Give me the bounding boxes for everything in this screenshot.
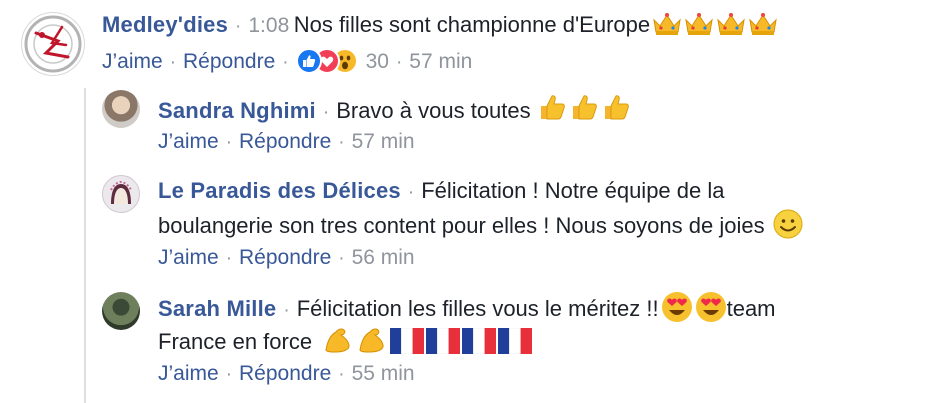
flag-france-icon <box>426 328 460 354</box>
comment-time[interactable]: 56 min <box>352 246 415 269</box>
comment-text-continued: boulangerie son tres content pour elles … <box>158 213 765 238</box>
comment-text-after-emoji: team <box>726 296 776 321</box>
crown-emojis <box>650 19 778 36</box>
crown-icon <box>748 12 778 36</box>
page-logo-icon <box>24 15 82 73</box>
reaction-count[interactable]: 30 <box>366 50 389 73</box>
comment-author[interactable]: Sandra Nghimi <box>158 98 316 123</box>
like-link[interactable]: J’aime <box>158 246 219 269</box>
avatar[interactable] <box>102 90 140 128</box>
comment-time[interactable]: 55 min <box>352 362 415 385</box>
flag-france-icon <box>498 328 532 354</box>
thumbs-up-emojis <box>535 105 631 122</box>
like-reaction-icon <box>295 48 322 74</box>
thumbs-up-icon <box>601 92 631 122</box>
comment-text: Félicitation les filles vous le méritez … <box>296 296 659 321</box>
reply-thread-line <box>84 88 86 403</box>
like-link[interactable]: J’aime <box>158 130 219 153</box>
comment-text: Bravo à vous toutes <box>336 98 531 123</box>
separator-dot: · <box>235 16 242 37</box>
reactions-summary[interactable] <box>295 48 362 74</box>
flag-france-icon <box>462 328 496 354</box>
reaction-emojis <box>320 336 532 353</box>
comment-time[interactable]: 57 min <box>352 130 415 153</box>
comment-time[interactable]: 57 min <box>409 50 472 73</box>
reply-link[interactable]: Répondre <box>239 246 331 269</box>
reply-link[interactable]: Répondre <box>183 50 275 73</box>
bakery-logo-icon <box>110 180 132 204</box>
flexed-biceps-icon <box>356 324 388 356</box>
comment-text: Nos filles sont championne d'Europe <box>293 12 651 37</box>
thumbs-up-icon <box>569 92 599 122</box>
like-link[interactable]: J’aime <box>102 50 163 73</box>
comment-text: Félicitation ! Notre équipe de la <box>421 178 725 203</box>
comment-author[interactable]: Sarah Mille <box>158 296 276 321</box>
smiley-icon <box>773 209 803 239</box>
comment-author[interactable]: Le Paradis des Délices <box>158 178 401 203</box>
avatar[interactable] <box>102 292 140 330</box>
crown-icon <box>716 12 746 36</box>
video-timecode[interactable]: 1:08 <box>248 14 289 37</box>
reply-link[interactable]: Répondre <box>239 130 331 153</box>
flag-france-icon <box>390 328 424 354</box>
comment-author[interactable]: Medley'dies <box>102 12 228 37</box>
heart-eyes-icon <box>661 291 693 323</box>
heart-eyes-icon <box>695 291 727 323</box>
avatar[interactable] <box>21 12 85 76</box>
crown-icon <box>684 12 714 36</box>
crown-icon <box>652 12 682 36</box>
avatar[interactable] <box>102 175 140 213</box>
thumbs-up-icon <box>537 92 567 122</box>
like-link[interactable]: J’aime <box>158 362 219 385</box>
reply-link[interactable]: Répondre <box>239 362 331 385</box>
flexed-biceps-icon <box>322 324 354 356</box>
comment-text-continued: France en force <box>158 329 313 354</box>
